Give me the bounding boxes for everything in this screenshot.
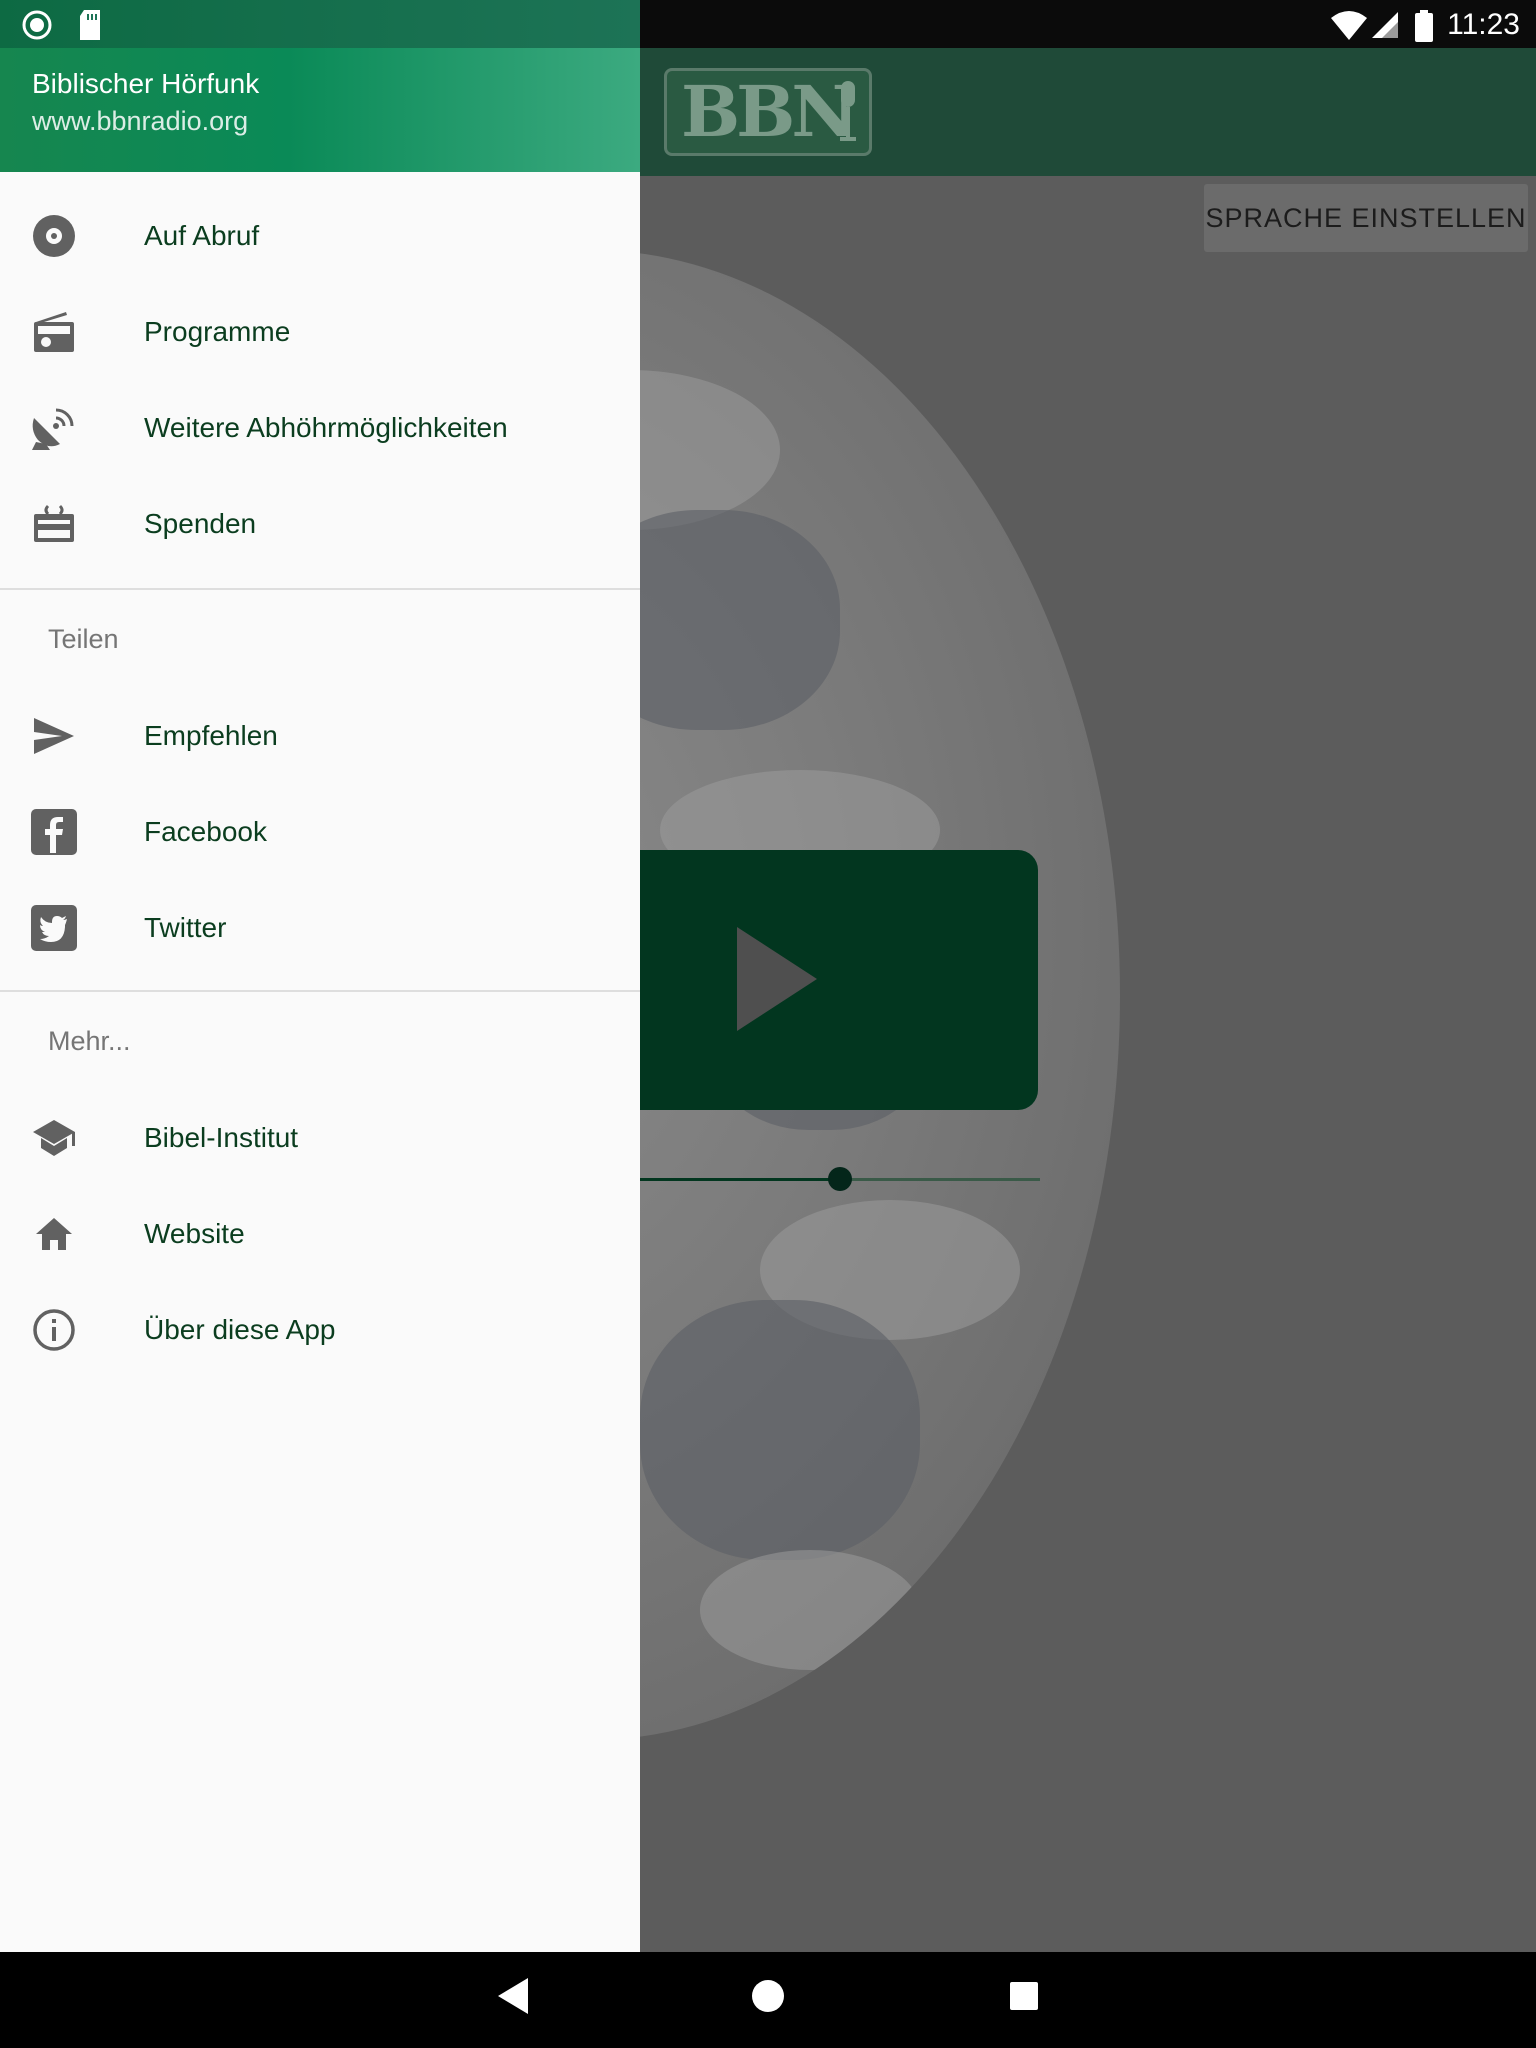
recents-icon[interactable]	[1008, 1980, 1040, 2012]
home-icon	[30, 1210, 78, 1258]
play-button[interactable]	[600, 850, 1038, 1110]
facebook-icon	[30, 808, 78, 856]
status-time: 11:23	[1447, 8, 1520, 41]
disc-icon	[30, 212, 78, 260]
menu-item-auf-abruf[interactable]: Auf Abruf	[0, 190, 640, 282]
divider	[0, 588, 640, 590]
menu-item-spenden[interactable]: Spenden	[0, 478, 640, 570]
menu-label: Facebook	[144, 816, 267, 847]
menu-item-bibel-institut[interactable]: Bibel-Institut	[0, 1092, 640, 1184]
navigation-drawer: Biblischer Hörfunk www.bbnradio.org Auf …	[0, 48, 640, 1952]
menu-label: Auf Abruf	[144, 220, 260, 251]
back-icon[interactable]	[496, 1976, 530, 2016]
volume-slider-fill	[640, 1178, 840, 1181]
status-bar: 11:23	[0, 0, 1536, 48]
menu-label: Programme	[144, 316, 291, 347]
divider	[0, 990, 640, 992]
menu-label: Empfehlen	[144, 720, 278, 751]
menu-item-weitere[interactable]: Weitere Abhöhrmöglichkeiten	[0, 382, 640, 474]
menu-label: Weitere Abhöhrmöglichkeiten	[144, 412, 508, 443]
battery-icon	[1415, 10, 1433, 42]
set-language-button[interactable]: SPRACHE EINSTELLEN	[1204, 184, 1528, 252]
menu-item-website[interactable]: Website	[0, 1188, 640, 1280]
menu-item-programme[interactable]: Programme	[0, 286, 640, 378]
menu-label: Über diese App	[144, 1314, 336, 1345]
menu-item-twitter[interactable]: Twitter	[0, 882, 640, 974]
play-icon	[737, 927, 817, 1031]
system-nav-bar	[0, 1952, 1536, 2048]
volume-slider-knob[interactable]	[828, 1167, 852, 1191]
microphone-icon	[840, 81, 856, 141]
sd-card-icon	[80, 10, 100, 40]
drawer-title: Biblischer Hörfunk	[32, 68, 260, 99]
section-title-mehr: Mehr...	[48, 1026, 131, 1056]
home-circle-icon[interactable]	[750, 1978, 786, 2014]
menu-item-empfehlen[interactable]: Empfehlen	[0, 690, 640, 782]
wifi-icon	[1331, 11, 1367, 40]
gift-card-icon	[30, 500, 78, 548]
menu-label: Website	[144, 1218, 245, 1249]
school-icon	[30, 1114, 78, 1162]
drawer-header: Biblischer Hörfunk www.bbnradio.org	[0, 48, 640, 172]
satellite-dish-icon	[30, 404, 78, 452]
twitter-icon	[30, 904, 78, 952]
menu-label: Twitter	[144, 912, 227, 943]
info-icon	[30, 1306, 78, 1354]
bbn-logo: BBN	[664, 68, 872, 156]
drawer-subtitle: www.bbnradio.org	[32, 106, 249, 136]
menu-item-ueber-diese-app[interactable]: Über diese App	[0, 1284, 640, 1376]
logo-text: BBN	[681, 70, 855, 153]
record-icon	[22, 10, 52, 40]
menu-label: Spenden	[144, 508, 257, 539]
signal-icon	[1372, 12, 1398, 38]
volume-slider[interactable]	[640, 1167, 1040, 1191]
menu-label: Bibel-Institut	[144, 1122, 299, 1153]
radio-icon	[30, 308, 78, 356]
send-icon	[30, 712, 78, 760]
section-title-teilen: Teilen	[48, 624, 119, 654]
menu-item-facebook[interactable]: Facebook	[0, 786, 640, 878]
